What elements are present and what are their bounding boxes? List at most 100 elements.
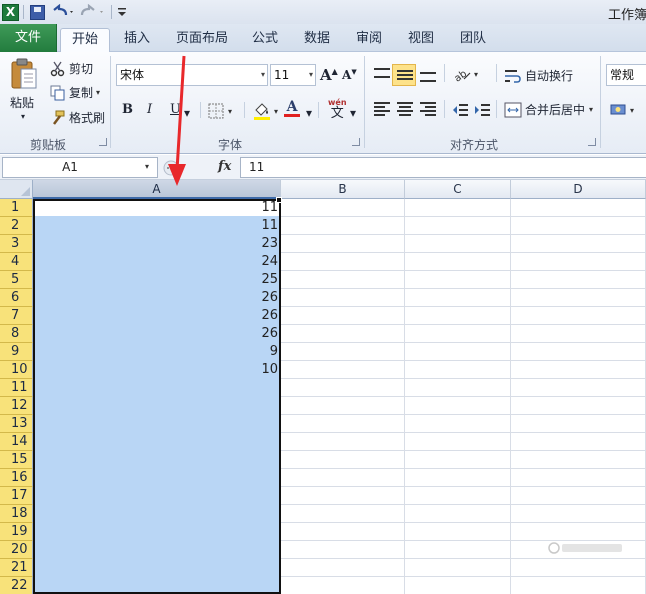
formula-input[interactable]: 11 <box>240 157 646 178</box>
tab-home[interactable]: 开始 <box>60 28 110 53</box>
cell-b18[interactable] <box>281 505 405 523</box>
row-header[interactable]: 7 <box>0 307 33 325</box>
cell-c2[interactable] <box>405 217 511 235</box>
cell-d5[interactable] <box>511 271 646 289</box>
paste-icon[interactable] <box>8 56 40 92</box>
cell-d22[interactable] <box>511 577 646 594</box>
row-header[interactable]: 22 <box>0 577 33 594</box>
align-bottom-icon[interactable] <box>420 72 436 82</box>
phonetic-guide-button[interactable]: wén 文 <box>328 97 347 120</box>
column-header-b[interactable]: B <box>281 180 405 199</box>
row-header[interactable]: 6 <box>0 289 33 307</box>
cell-c19[interactable] <box>405 523 511 541</box>
cell-d8[interactable] <box>511 325 646 343</box>
underline-button[interactable]: U <box>170 102 181 117</box>
align-right-icon[interactable] <box>420 102 436 116</box>
cell-a9[interactable]: 9 <box>33 343 281 361</box>
row-header[interactable]: 12 <box>0 397 33 415</box>
row-header[interactable]: 18 <box>0 505 33 523</box>
row-header[interactable]: 5 <box>0 271 33 289</box>
chevron-down-icon[interactable]: ▾ <box>261 65 265 85</box>
align-center-icon[interactable] <box>397 102 413 116</box>
cell-a19[interactable] <box>33 523 281 541</box>
cell-b11[interactable] <box>281 379 405 397</box>
tab-page-layout[interactable]: 页面布局 <box>170 28 234 52</box>
cell-d2[interactable] <box>511 217 646 235</box>
tab-formulas[interactable]: 公式 <box>245 28 285 52</box>
row-header[interactable]: 11 <box>0 379 33 397</box>
undo-icon[interactable] <box>50 3 76 21</box>
italic-button[interactable]: I <box>147 102 152 117</box>
resize-handle-icon[interactable] <box>160 158 182 178</box>
align-middle-button[interactable] <box>392 64 416 86</box>
merge-center-button[interactable]: 合并后居中 ▾ <box>504 101 593 118</box>
cell-b14[interactable] <box>281 433 405 451</box>
cell-c15[interactable] <box>405 451 511 469</box>
cell-a3[interactable]: 23 <box>33 235 281 253</box>
row-header[interactable]: 13 <box>0 415 33 433</box>
row-header[interactable]: 21 <box>0 559 33 577</box>
row-header[interactable]: 1 <box>0 199 33 217</box>
cell-b13[interactable] <box>281 415 405 433</box>
cell-c3[interactable] <box>405 235 511 253</box>
cell-c18[interactable] <box>405 505 511 523</box>
row-header[interactable]: 3 <box>0 235 33 253</box>
font-name-combo[interactable]: 宋体 ▾ <box>116 64 268 86</box>
insert-function-icon[interactable]: fx <box>218 159 231 174</box>
cell-a7[interactable]: 26 <box>33 307 281 325</box>
font-color-button[interactable]: A <box>284 100 300 117</box>
cell-a17[interactable] <box>33 487 281 505</box>
cell-b20[interactable] <box>281 541 405 559</box>
cell-d12[interactable] <box>511 397 646 415</box>
cell-a18[interactable] <box>33 505 281 523</box>
row-header[interactable]: 14 <box>0 433 33 451</box>
copy-button[interactable]: 复制 ▾ <box>50 84 100 101</box>
row-header[interactable]: 16 <box>0 469 33 487</box>
row-header[interactable]: 15 <box>0 451 33 469</box>
cell-b12[interactable] <box>281 397 405 415</box>
cell-c4[interactable] <box>405 253 511 271</box>
column-header-c[interactable]: C <box>405 180 511 199</box>
format-painter-button[interactable]: 格式刷 <box>50 109 105 126</box>
cell-d10[interactable] <box>511 361 646 379</box>
row-header[interactable]: 8 <box>0 325 33 343</box>
clipboard-dialog-launcher-icon[interactable] <box>99 138 107 146</box>
cell-b8[interactable] <box>281 325 405 343</box>
cell-d15[interactable] <box>511 451 646 469</box>
cell-b16[interactable] <box>281 469 405 487</box>
wrap-text-button[interactable]: 自动换行 <box>504 67 573 84</box>
cell-c5[interactable] <box>405 271 511 289</box>
cell-b19[interactable] <box>281 523 405 541</box>
cell-a12[interactable] <box>33 397 281 415</box>
cell-d19[interactable] <box>511 523 646 541</box>
cell-d6[interactable] <box>511 289 646 307</box>
cell-d13[interactable] <box>511 415 646 433</box>
cell-d16[interactable] <box>511 469 646 487</box>
column-header-a[interactable]: A <box>33 180 281 199</box>
cell-d4[interactable] <box>511 253 646 271</box>
tab-review[interactable]: 审阅 <box>349 28 389 52</box>
cell-a14[interactable] <box>33 433 281 451</box>
decrease-indent-icon[interactable] <box>452 102 468 118</box>
cell-d18[interactable] <box>511 505 646 523</box>
cell-c21[interactable] <box>405 559 511 577</box>
cell-d1[interactable] <box>511 199 646 217</box>
tab-view[interactable]: 视图 <box>401 28 441 52</box>
cell-b7[interactable] <box>281 307 405 325</box>
cell-c22[interactable] <box>405 577 511 594</box>
cell-b9[interactable] <box>281 343 405 361</box>
cell-c1[interactable] <box>405 199 511 217</box>
cell-a1[interactable]: 11 <box>33 199 281 217</box>
cell-b17[interactable] <box>281 487 405 505</box>
cell-a6[interactable]: 26 <box>33 289 281 307</box>
copy-dropdown-icon[interactable]: ▾ <box>96 88 100 97</box>
font-color-dropdown-icon[interactable]: ▾ <box>306 106 312 120</box>
cell-a22[interactable] <box>33 577 281 594</box>
cell-b15[interactable] <box>281 451 405 469</box>
row-header[interactable]: 2 <box>0 217 33 235</box>
cell-d11[interactable] <box>511 379 646 397</box>
cell-d21[interactable] <box>511 559 646 577</box>
cell-d9[interactable] <box>511 343 646 361</box>
orientation-button[interactable]: ab ▾ <box>452 66 478 82</box>
cell-d7[interactable] <box>511 307 646 325</box>
